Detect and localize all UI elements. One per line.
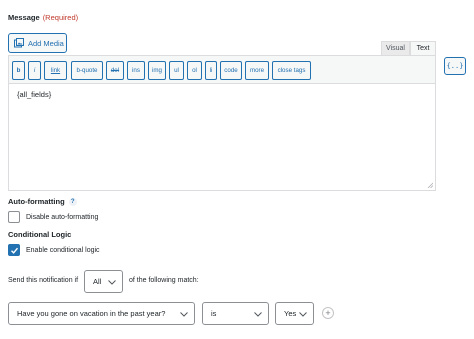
auto-formatting-label: Auto-formatting? bbox=[8, 197, 77, 207]
rule-value-value: Yes bbox=[284, 309, 297, 318]
conditional-logic-label: Conditional Logic bbox=[8, 230, 72, 239]
quicktag-more-button[interactable]: more bbox=[245, 61, 269, 80]
disable-auto-formatting-row: Disable auto-formatting bbox=[8, 211, 98, 223]
resize-grip-icon[interactable] bbox=[427, 182, 433, 188]
merge-tag-button[interactable]: {..} bbox=[444, 57, 466, 75]
check-icon bbox=[10, 247, 18, 254]
rule-field-value: Have you gone on vacation in the past ye… bbox=[17, 309, 166, 318]
quicktag-img-button[interactable]: img bbox=[148, 61, 166, 80]
quicktag-close-tags-button[interactable]: close tags bbox=[272, 61, 311, 80]
quicktag-italic-button[interactable]: i bbox=[28, 61, 41, 80]
disable-auto-formatting-checkbox[interactable] bbox=[8, 211, 20, 223]
match-select-value: All bbox=[93, 277, 102, 286]
match-select[interactable]: All bbox=[84, 270, 123, 293]
quicktag-code-button[interactable]: code bbox=[220, 61, 242, 80]
rule-field-select[interactable]: Have you gone on vacation in the past ye… bbox=[8, 302, 195, 325]
quicktag-ol-button[interactable]: ol bbox=[187, 61, 202, 80]
required-indicator: (Required) bbox=[42, 13, 79, 22]
chevron-down-icon bbox=[108, 279, 116, 285]
disable-auto-formatting-label: Disable auto-formatting bbox=[26, 213, 99, 221]
message-textarea[interactable]: {all_fields} bbox=[9, 84, 435, 191]
tab-text[interactable]: Text bbox=[410, 41, 436, 55]
send-prefix-text: Send this notification if bbox=[8, 277, 79, 284]
auto-formatting-label-text: Auto-formatting bbox=[8, 197, 65, 206]
message-label-text: Message bbox=[8, 13, 40, 22]
chevron-down-icon bbox=[254, 311, 262, 317]
quicktag-bquote-button[interactable]: b-quote bbox=[71, 61, 103, 80]
message-content: {all_fields} bbox=[17, 90, 52, 99]
add-media-button[interactable]: Add Media bbox=[8, 33, 67, 53]
send-suffix-text: of the following match: bbox=[129, 277, 199, 284]
chevron-down-icon bbox=[180, 311, 188, 317]
tab-visual[interactable]: Visual bbox=[381, 41, 410, 55]
editor-tabs: Visual Text bbox=[381, 41, 436, 55]
rule-operator-select[interactable]: is bbox=[202, 302, 269, 325]
enable-conditional-logic-label: Enable conditional logic bbox=[26, 246, 100, 254]
quicktag-ins-button[interactable]: ins bbox=[127, 61, 145, 80]
quicktag-del-button[interactable]: del bbox=[106, 61, 124, 80]
chevron-down-icon bbox=[299, 311, 307, 317]
message-editor: b i link b-quote del ins img ul ol li co… bbox=[8, 55, 436, 191]
message-label: Message (Required) bbox=[8, 13, 78, 22]
rule-value-select[interactable]: Yes bbox=[275, 302, 314, 325]
media-icon bbox=[14, 38, 24, 48]
help-icon[interactable]: ? bbox=[68, 198, 77, 207]
quicktag-li-button[interactable]: li bbox=[205, 61, 217, 80]
enable-conditional-logic-checkbox[interactable] bbox=[8, 244, 20, 256]
add-media-label: Add Media bbox=[28, 38, 64, 48]
add-rule-button[interactable]: + bbox=[322, 307, 334, 319]
enable-conditional-logic-row: Enable conditional logic bbox=[8, 244, 100, 256]
quicktag-link-button[interactable]: link bbox=[44, 61, 67, 80]
rule-operator-value: is bbox=[211, 309, 217, 318]
quicktag-ul-button[interactable]: ul bbox=[169, 61, 184, 80]
quicktag-bold-button[interactable]: b bbox=[12, 61, 25, 80]
quicktags-toolbar: b i link b-quote del ins img ul ol li co… bbox=[9, 56, 435, 84]
